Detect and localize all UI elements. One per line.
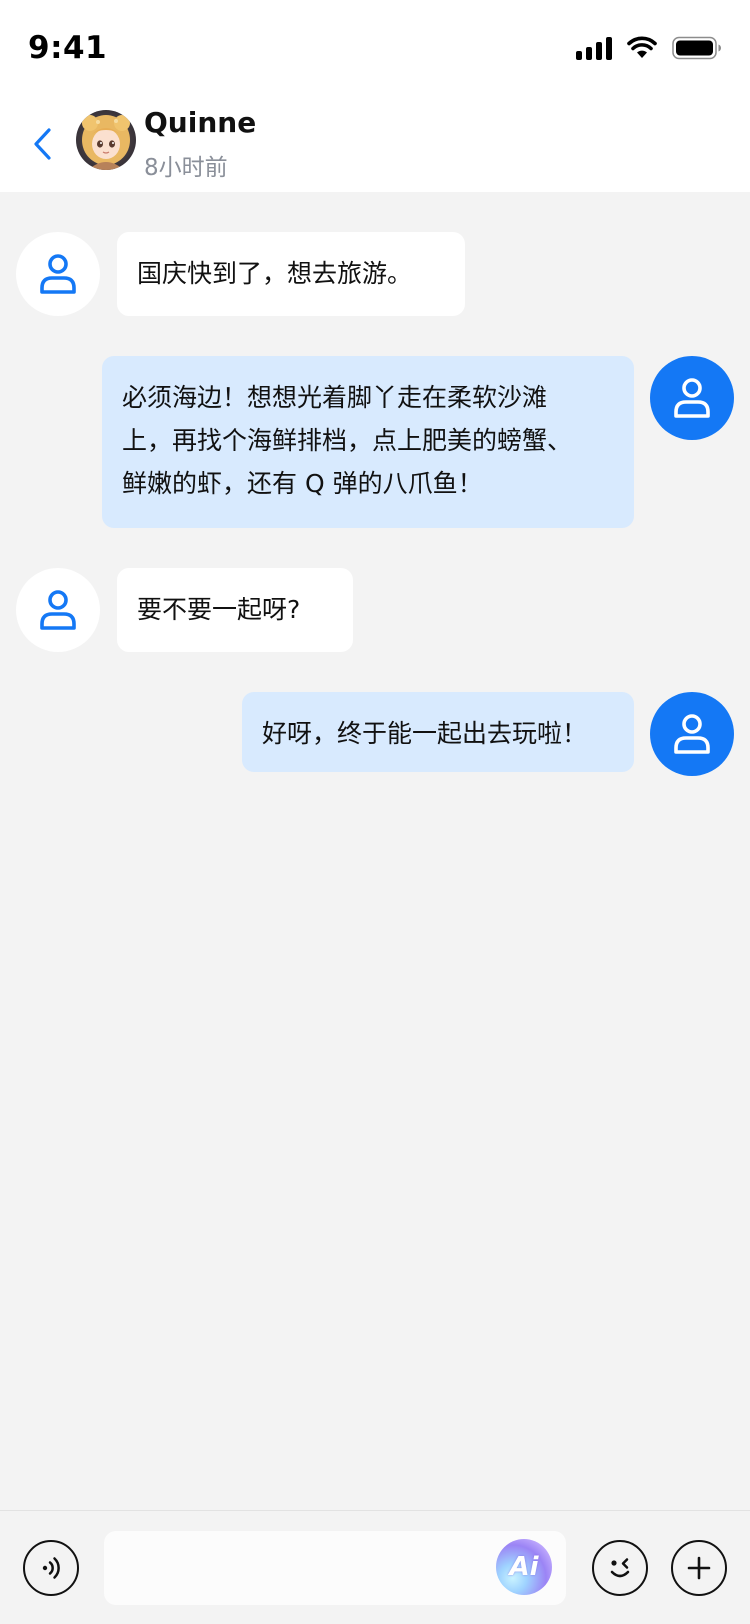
voice-button[interactable] — [23, 1540, 79, 1596]
chat-header: Quinne 8小时前 — [0, 96, 750, 192]
chevron-left-icon — [34, 128, 51, 160]
wifi-icon — [626, 36, 658, 60]
back-button[interactable] — [22, 116, 62, 172]
contact-avatar[interactable] — [76, 110, 136, 170]
message-text-line: 必须海边！想想光着脚丫走在柔软沙滩 — [122, 383, 548, 412]
last-seen-status: 8小时前 — [144, 155, 228, 181]
self-avatar[interactable] — [650, 356, 734, 440]
message-text: 国庆快到了，想去旅游。 — [137, 259, 413, 288]
sender-avatar[interactable] — [16, 232, 100, 316]
user-icon — [674, 378, 710, 418]
emoji-button[interactable] — [592, 1540, 648, 1596]
more-button[interactable] — [671, 1540, 727, 1596]
sender-avatar[interactable] — [16, 568, 100, 652]
message-text-line: 鲜嫩的虾，还有 Q 弹的八爪鱼！ — [122, 469, 483, 498]
message-bubble[interactable]: 必须海边！想想光着脚丫走在柔软沙滩 上，再找个海鲜排档，点上肥美的螃蟹、 鲜嫩的… — [102, 356, 634, 528]
message-bubble[interactable]: 国庆快到了，想去旅游。 — [117, 232, 465, 316]
self-avatar[interactable] — [650, 692, 734, 776]
user-icon — [40, 254, 76, 294]
input-bar: Ai — [0, 1510, 750, 1624]
battery-icon — [672, 36, 722, 60]
plus-icon — [687, 1556, 711, 1580]
status-icons — [576, 36, 722, 60]
message-bubble[interactable]: 要不要一起呀? — [117, 568, 353, 652]
user-icon — [40, 590, 76, 630]
user-icon — [674, 714, 710, 754]
message-text: 要不要一起呀? — [137, 595, 301, 624]
message-text: 好呀，终于能一起出去玩啦！ — [262, 719, 588, 748]
contact-name: Quinne — [144, 106, 257, 139]
emoji-icon — [610, 1558, 630, 1578]
ai-button[interactable]: Ai — [496, 1539, 552, 1595]
status-bar: 9:41 — [0, 0, 750, 96]
voice-icon — [42, 1557, 60, 1579]
status-time: 9:41 — [28, 30, 108, 66]
message-bubble[interactable]: 好呀，终于能一起出去玩啦！ — [242, 692, 634, 772]
message-text-line: 上，再找个海鲜排档，点上肥美的螃蟹、 — [122, 426, 573, 455]
ai-icon: Ai — [509, 1552, 539, 1582]
signal-icon — [576, 36, 612, 60]
